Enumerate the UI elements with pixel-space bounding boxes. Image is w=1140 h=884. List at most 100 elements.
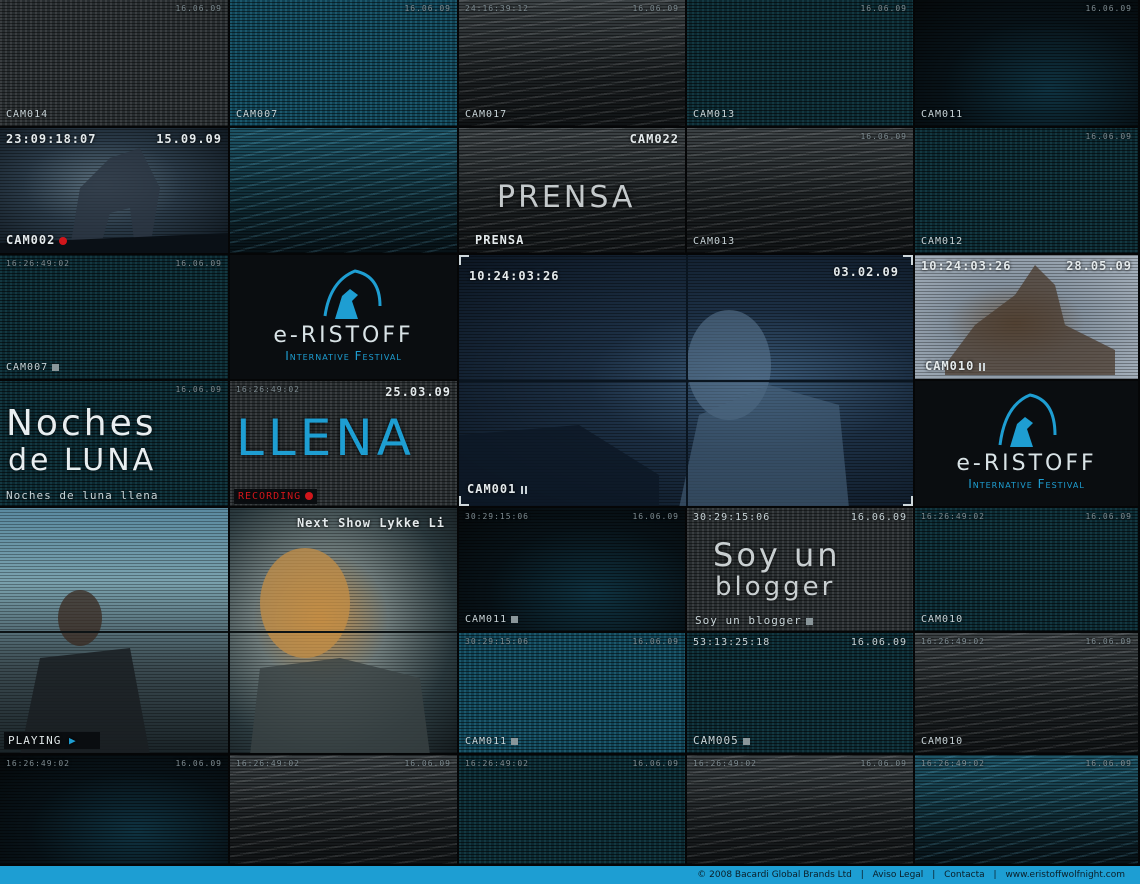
camera-tile[interactable]: 16:26:49:02 16.06.09 <box>0 755 230 866</box>
camera-tile[interactable]: 16:26:49:02 16.06.09 <box>687 755 915 866</box>
tile-camera-id: CAM002 <box>6 233 68 247</box>
tile-camera-id: CAM012 <box>921 236 964 247</box>
camera-tile[interactable]: 16:26:49:02 16.06.09 CAM010 <box>915 508 1140 633</box>
tile-timecode: 10:24:03:26 <box>921 259 1012 273</box>
camera-tile-wolf[interactable]: 10:24:03:26 28.05.09 CAM010 <box>915 255 1140 381</box>
eristoff-logo-tile[interactable]: e-RISTOFF Internative Festival <box>230 255 459 381</box>
tile-timecode: 16:26:49:02 <box>236 759 300 768</box>
copyright-text: © 2008 Bacardi Global Brands Ltd <box>697 870 852 880</box>
tile-camera-id: CAM010 <box>921 736 964 747</box>
footer-separator: | <box>860 870 864 880</box>
logo-tagline: Internative Festival <box>285 349 402 363</box>
camera-tile[interactable]: 16.06.09 CAM012 <box>915 128 1140 255</box>
tile-date: 16.06.09 <box>1085 4 1132 13</box>
contact-link[interactable]: Contacta <box>944 870 985 880</box>
tile-date: 16.06.09 <box>860 759 907 768</box>
camera-tile[interactable] <box>230 128 459 255</box>
tile-timecode: 16:26:49:02 <box>236 385 300 394</box>
tile-date: 16.06.09 <box>632 637 679 646</box>
logo-brand: e-RISTOFF <box>273 323 414 348</box>
camera-tile[interactable]: 16.06.09 CAM011 <box>915 0 1140 128</box>
frame-corner <box>459 255 469 265</box>
band-members-icon <box>0 590 228 753</box>
tile-camera-id: CAM010 <box>925 359 986 373</box>
tile-timecode: 30:29:15:06 <box>693 512 771 523</box>
noches-label: Noches de luna llena <box>6 489 159 502</box>
playing-status: PLAYING ▶ <box>4 732 100 749</box>
frame-corner <box>903 496 913 506</box>
llena-tile[interactable]: 16:26:49:02 25.03.09 LLENA RECORDING <box>230 381 459 508</box>
tile-camera-id: CAM014 <box>6 109 49 120</box>
blogger-headline: Soy un <box>713 536 841 574</box>
camera-tile[interactable]: 24:16:39:12 16.06.09 CAM017 <box>459 0 687 128</box>
tile-date: 28.05.09 <box>1066 259 1132 273</box>
noches-de-luna-tile[interactable]: 16.06.09 Noches de LUNA Noches de luna l… <box>0 381 230 508</box>
tile-camera-id: CAM005 <box>693 734 750 747</box>
tile-camera-id: CAM010 <box>921 614 964 625</box>
tile-timecode: 16:26:49:02 <box>921 512 985 521</box>
tile-timecode: 16:26:49:02 <box>693 759 757 768</box>
prensa-label: PRENSA <box>475 233 525 247</box>
llena-headline: LLENA <box>236 409 415 467</box>
camera-tile[interactable]: 30:29:15:06 16.06.09 CAM011 <box>459 508 687 633</box>
camera-tile-wolf[interactable]: 23:09:18:07 15.09.09 CAM002 <box>0 128 230 255</box>
tile-timecode: 53:13:25:18 <box>693 637 771 648</box>
play-icon: ▶ <box>61 734 77 747</box>
tile-date: 16.06.09 <box>850 637 907 648</box>
site-footer: © 2008 Bacardi Global Brands Ltd | Aviso… <box>0 866 1140 884</box>
prensa-headline: PRENSA <box>497 180 636 215</box>
record-indicator-icon <box>59 236 68 245</box>
tile-date: 16.06.09 <box>850 512 907 523</box>
pause-icon <box>979 362 986 371</box>
blogger-label: Soy un blogger <box>695 614 813 627</box>
website-link[interactable]: www.eristoffwolfnight.com <box>1005 870 1125 880</box>
tile-date: 16.06.09 <box>404 4 451 13</box>
main-camera-id: CAM001 <box>467 482 528 496</box>
camera-tile[interactable]: 16:26:49:02 16.06.09 CAM010 <box>915 633 1140 755</box>
camera-tile[interactable]: 16:26:49:02 16.06.09 CAM007 <box>0 255 230 381</box>
playing-video-tile[interactable]: PLAYING ▶ <box>0 508 230 755</box>
main-camera-view[interactable]: 10:24:03:26 03.02.09 CAM001 <box>459 255 915 508</box>
camera-tile[interactable]: 30:29:15:06 16.06.09 CAM011 <box>459 633 687 755</box>
stop-icon <box>511 615 519 623</box>
tile-camera-id: CAM011 <box>465 736 519 747</box>
tile-timecode: 16:26:49:02 <box>921 759 985 768</box>
noches-headline-2: de LUNA <box>8 443 157 478</box>
camera-wall: 16.06.09 CAM014 16.06.09 CAM007 24:16:39… <box>0 0 1140 866</box>
camera-tile[interactable]: 53:13:25:18 16.06.09 CAM005 <box>687 633 915 755</box>
tile-camera-id: CAM011 <box>921 109 964 120</box>
stop-icon <box>805 617 813 625</box>
tile-timecode: 16:26:49:02 <box>921 637 985 646</box>
camera-tile[interactable]: 16.06.09 CAM013 <box>687 0 915 128</box>
camera-tile-prensa[interactable]: CAM022 PRENSA PRENSA <box>459 128 687 255</box>
stop-icon <box>52 363 60 371</box>
tile-timecode: 30:29:15:06 <box>465 512 529 521</box>
tile-camera-id: CAM013 <box>693 109 736 120</box>
tile-camera-id: CAM011 <box>465 614 519 625</box>
next-show-tile[interactable]: Next Show Lykke Li <box>230 508 459 755</box>
tile-camera-id: CAM007 <box>6 362 60 373</box>
tile-timecode: 16:26:49:02 <box>465 759 529 768</box>
eristoff-logo-tile[interactable]: e-RISTOFF Internative Festival <box>915 381 1140 508</box>
tile-date: 16.06.09 <box>1085 759 1132 768</box>
wolf-logo-icon <box>323 269 382 319</box>
tile-date: 16.06.09 <box>632 4 679 13</box>
pause-icon <box>521 485 528 494</box>
person-figure-icon <box>459 255 913 506</box>
camera-tile[interactable]: 16.06.09 CAM014 <box>0 0 230 128</box>
camera-tile[interactable]: 16:26:49:02 16.06.09 <box>459 755 687 866</box>
record-indicator-icon <box>305 492 314 500</box>
camera-tile[interactable]: 16.06.09 CAM013 <box>687 128 915 255</box>
legal-link[interactable]: Aviso Legal <box>873 870 924 880</box>
tile-date: 16.06.09 <box>1085 512 1132 521</box>
camera-tile[interactable]: 16:26:49:02 16.06.09 <box>230 755 459 866</box>
blogger-headline-2: blogger <box>715 572 836 602</box>
camera-tile[interactable]: 16.06.09 CAM007 <box>230 0 459 128</box>
tile-date: 16.06.09 <box>175 4 222 13</box>
noches-headline: Noches <box>6 403 157 444</box>
tile-camera-id: CAM013 <box>693 236 736 247</box>
recording-status: RECORDING <box>234 489 318 504</box>
soy-un-blogger-tile[interactable]: 30:29:15:06 16.06.09 Soy un blogger Soy … <box>687 508 915 633</box>
camera-tile[interactable]: 16:26:49:02 16.06.09 <box>915 755 1140 866</box>
footer-separator: | <box>932 870 936 880</box>
